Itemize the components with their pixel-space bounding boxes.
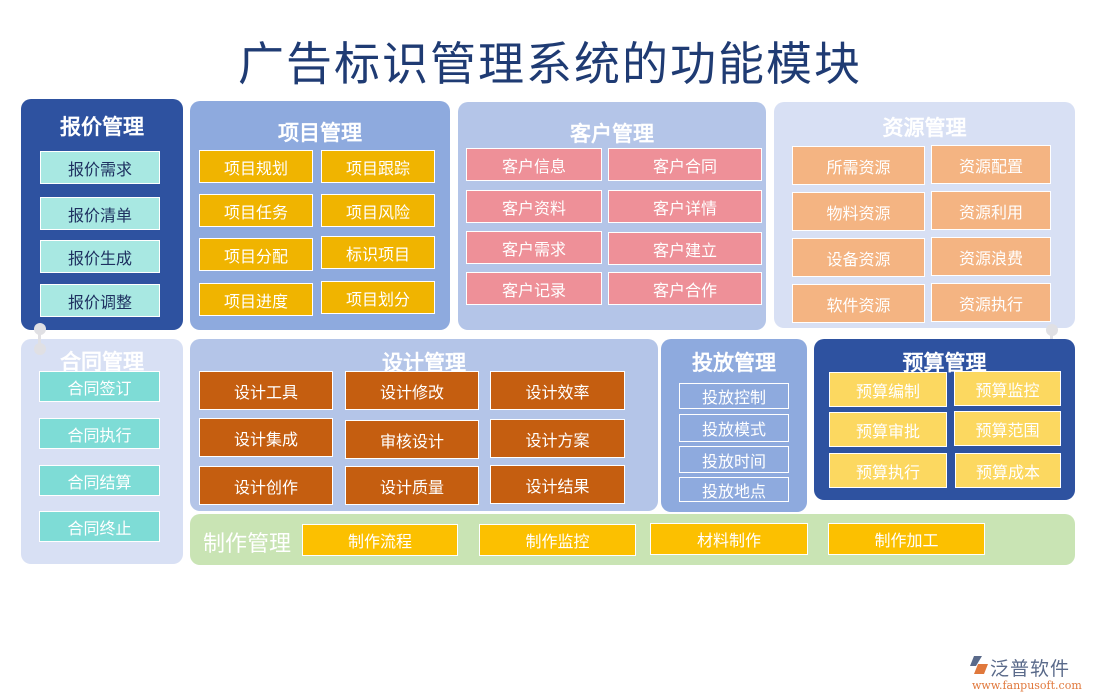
resource-item[interactable]: 资源浪费: [931, 237, 1051, 276]
client-item[interactable]: 客户建立: [608, 232, 762, 265]
project-item[interactable]: 项目跟踪: [321, 150, 435, 183]
project-item[interactable]: 项目任务: [199, 194, 313, 227]
module-client-title: 客户管理: [570, 121, 654, 146]
quote-item[interactable]: 报价生成: [40, 240, 160, 273]
contract-item[interactable]: 合同签订: [39, 371, 160, 402]
module-contract: 合同管理 合同签订 合同执行 合同结算 合同终止: [21, 339, 183, 564]
module-production-title: 制作管理: [203, 532, 292, 557]
module-budget: 预算管理 预算编制 预算监控 预算审批 预算范围 预算执行 预算成本: [814, 339, 1075, 500]
client-item[interactable]: 客户记录: [466, 272, 602, 305]
quote-item[interactable]: 报价调整: [40, 284, 160, 317]
project-item[interactable]: 项目划分: [321, 281, 435, 314]
contract-item[interactable]: 合同执行: [39, 418, 160, 449]
design-item[interactable]: 设计创作: [199, 466, 333, 505]
module-quote: 报价管理 报价需求 报价清单 报价生成 报价调整: [21, 99, 183, 330]
design-item[interactable]: 设计工具: [199, 371, 333, 410]
module-client: 客户管理 客户信息 客户合同 客户资料 客户详情 客户需求 客户建立 客户记录 …: [458, 102, 766, 330]
budget-item[interactable]: 预算执行: [829, 453, 947, 488]
delivery-item[interactable]: 投放地点: [679, 477, 789, 502]
budget-item[interactable]: 预算范围: [954, 411, 1061, 446]
resource-item[interactable]: 物料资源: [792, 192, 925, 231]
module-quote-title: 报价管理: [60, 114, 144, 139]
project-item[interactable]: 项目风险: [321, 194, 435, 227]
client-item[interactable]: 客户详情: [608, 190, 762, 223]
project-item[interactable]: 项目分配: [199, 238, 313, 271]
resource-item[interactable]: 资源执行: [931, 283, 1051, 322]
project-item[interactable]: 标识项目: [321, 236, 435, 269]
quote-item[interactable]: 报价清单: [40, 197, 160, 230]
connector-dot: [1046, 324, 1058, 336]
budget-item[interactable]: 预算编制: [829, 372, 947, 407]
production-item[interactable]: 制作监控: [479, 524, 636, 556]
design-item[interactable]: 设计质量: [345, 466, 479, 505]
client-item[interactable]: 客户需求: [466, 231, 602, 264]
resource-item[interactable]: 资源配置: [931, 145, 1051, 184]
design-item[interactable]: 设计修改: [345, 371, 479, 410]
resource-item[interactable]: 所需资源: [792, 146, 925, 185]
contract-item[interactable]: 合同终止: [39, 511, 160, 542]
delivery-item[interactable]: 投放模式: [679, 414, 789, 442]
resource-item[interactable]: 资源利用: [931, 191, 1051, 230]
design-item[interactable]: 设计效率: [490, 371, 625, 410]
connector-dot: [34, 323, 46, 335]
module-delivery: 投放管理 投放控制 投放模式 投放时间 投放地点: [661, 339, 807, 512]
module-delivery-title: 投放管理: [692, 350, 776, 375]
connector-dot: [34, 343, 46, 355]
design-item[interactable]: 审核设计: [345, 420, 479, 459]
production-item[interactable]: 制作加工: [828, 523, 985, 555]
page-title: 广告标识管理系统的功能模块: [238, 37, 862, 91]
delivery-item[interactable]: 投放控制: [679, 383, 789, 409]
logo-name: 泛普软件: [990, 658, 1071, 680]
design-item[interactable]: 设计结果: [490, 465, 625, 504]
module-project-title: 项目管理: [278, 120, 362, 145]
client-item[interactable]: 客户合同: [608, 148, 762, 181]
budget-item[interactable]: 预算成本: [955, 453, 1061, 488]
module-production: 制作管理 制作流程 制作监控 材料制作 制作加工: [190, 514, 1075, 565]
project-item[interactable]: 项目规划: [199, 150, 313, 183]
contract-item[interactable]: 合同结算: [39, 465, 160, 496]
project-item[interactable]: 项目进度: [199, 283, 313, 316]
client-item[interactable]: 客户合作: [608, 272, 762, 305]
design-item[interactable]: 设计方案: [490, 419, 625, 458]
module-project: 项目管理 项目规划 项目跟踪 项目任务 项目风险 项目分配 标识项目 项目进度 …: [190, 101, 450, 330]
design-item[interactable]: 设计集成: [199, 418, 333, 457]
module-resource-title: 资源管理: [882, 115, 967, 140]
budget-item[interactable]: 预算审批: [829, 412, 947, 447]
module-resource: 资源管理 所需资源 资源配置 物料资源 资源利用 设备资源 资源浪费 软件资源 …: [774, 102, 1075, 328]
module-design: 设计管理 设计工具 设计修改 设计效率 设计集成 审核设计 设计方案 设计创作 …: [190, 339, 658, 511]
resource-item[interactable]: 设备资源: [792, 238, 925, 277]
production-item[interactable]: 制作流程: [302, 524, 458, 556]
production-item[interactable]: 材料制作: [650, 523, 808, 555]
budget-item[interactable]: 预算监控: [954, 371, 1061, 406]
brand-logo: 泛普软件 www.fanpusoft.com: [968, 654, 1093, 694]
delivery-item[interactable]: 投放时间: [679, 446, 789, 473]
resource-item[interactable]: 软件资源: [792, 284, 925, 323]
logo-url: www.fanpusoft.com: [972, 679, 1082, 692]
quote-item[interactable]: 报价需求: [40, 151, 160, 184]
client-item[interactable]: 客户资料: [466, 190, 602, 223]
fanpu-logo-icon: [970, 656, 988, 674]
client-item[interactable]: 客户信息: [466, 148, 602, 181]
